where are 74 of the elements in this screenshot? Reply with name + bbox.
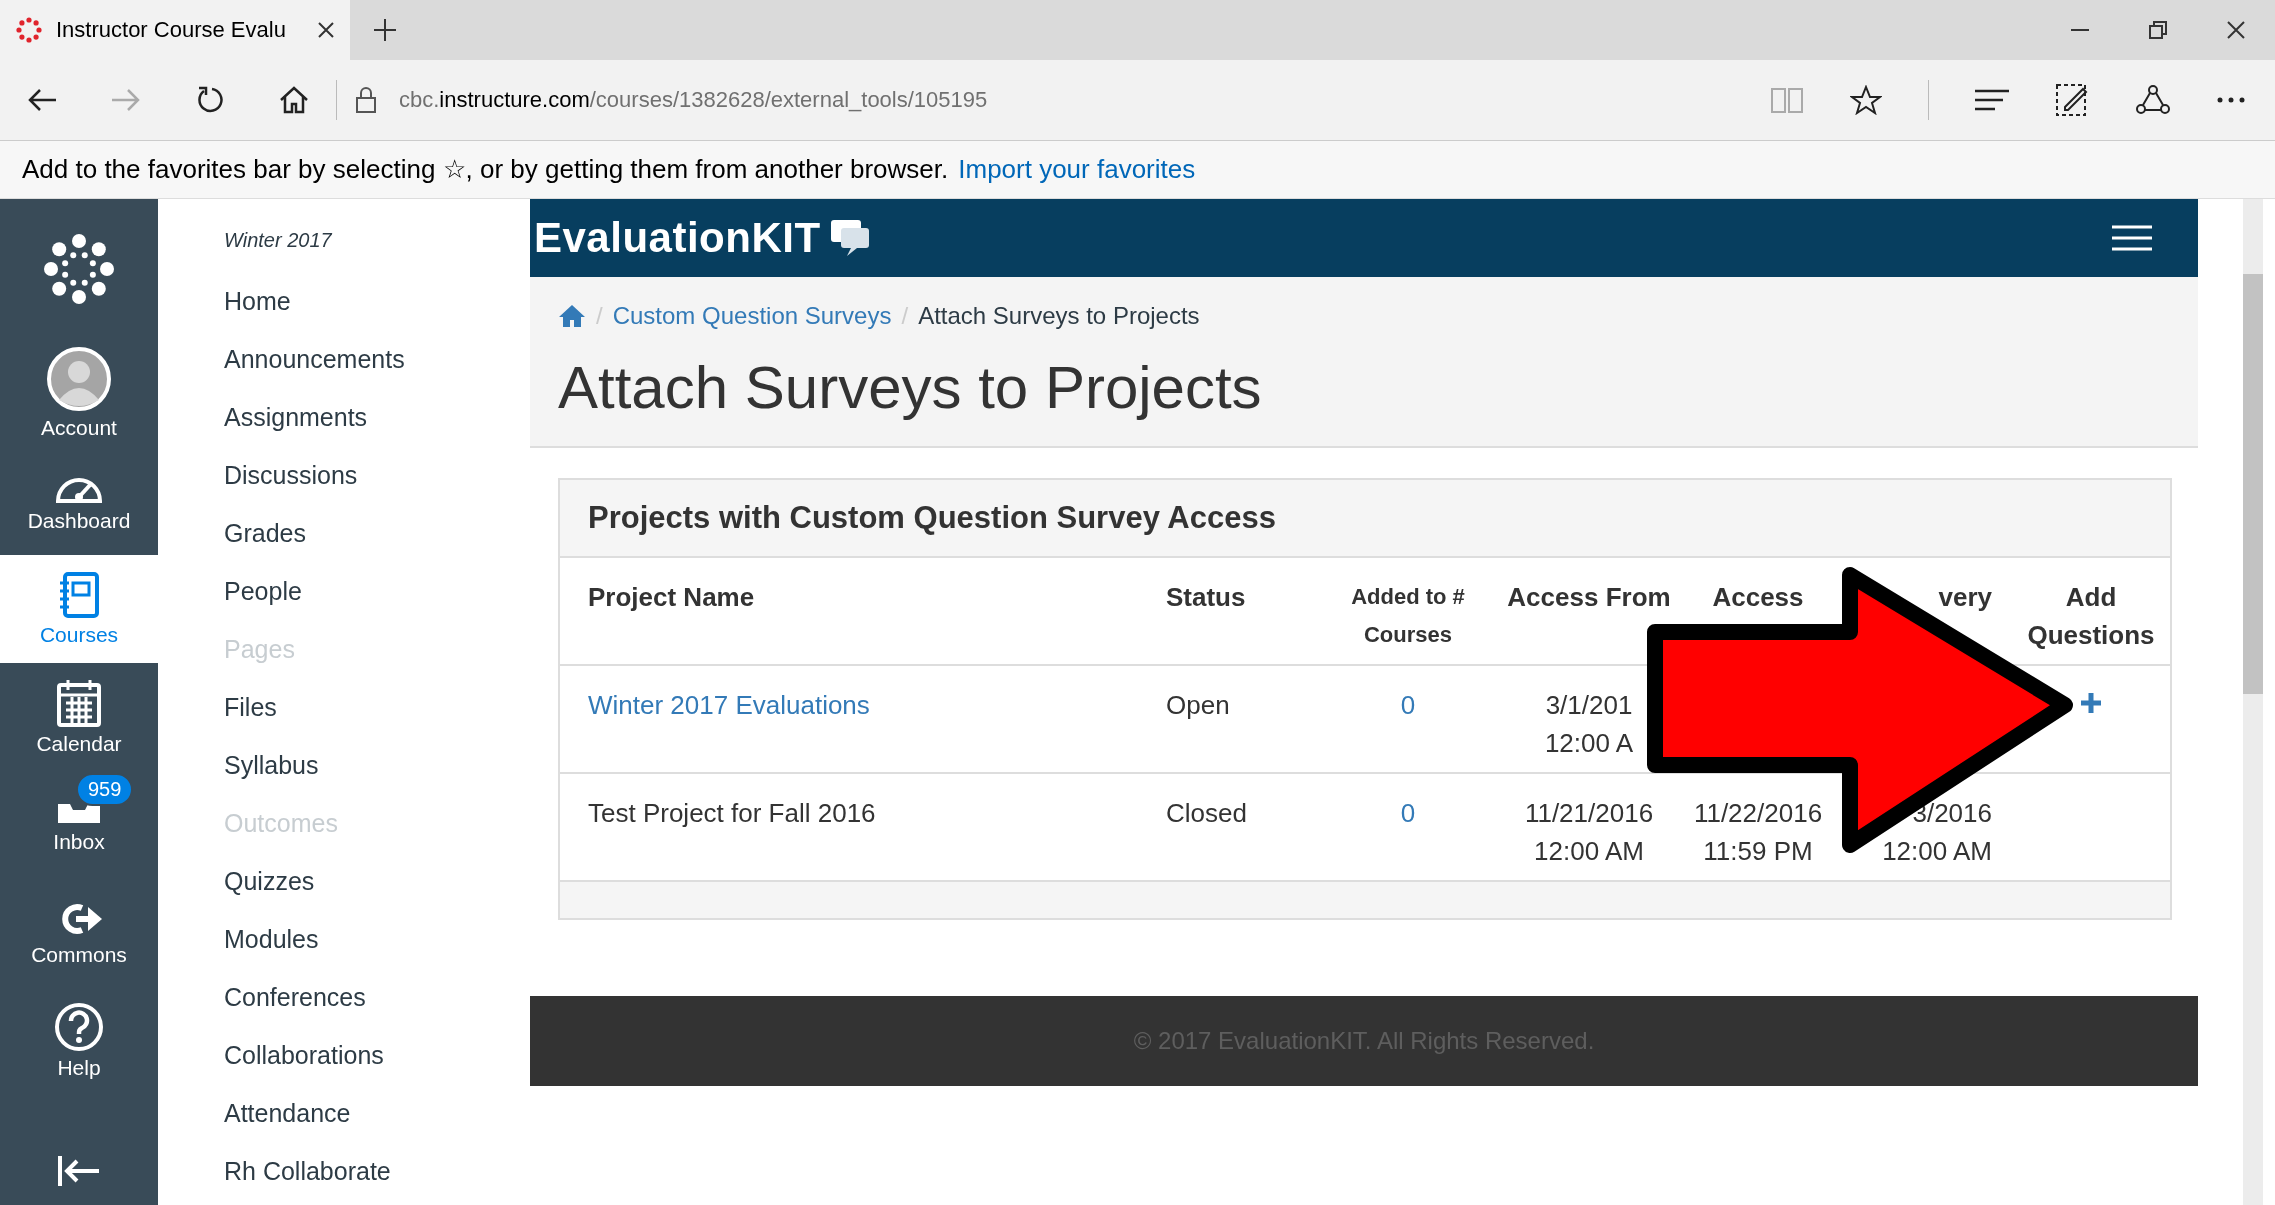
- course-nav-link[interactable]: Announcements: [224, 330, 530, 388]
- collapse-icon[interactable]: [57, 1154, 101, 1188]
- column-header: Added to # Courses: [1312, 558, 1504, 666]
- help-icon: [54, 1002, 104, 1052]
- project-link[interactable]: Winter 2017 Evaluations: [588, 690, 870, 720]
- unread-count-badge: 959: [76, 773, 134, 806]
- breadcrumb-separator: /: [596, 302, 603, 330]
- course-nav-link[interactable]: Assignments: [224, 388, 530, 446]
- star-icon[interactable]: [1850, 85, 1882, 115]
- course-nav-link[interactable]: Files: [224, 678, 530, 736]
- pen-note-icon[interactable]: [2055, 83, 2089, 117]
- course-nav-link[interactable]: Rh Collaborate: [224, 1142, 530, 1200]
- panel-title: Projects with Custom Question Survey Access: [560, 480, 2170, 558]
- course-nav-link[interactable]: Modules: [224, 910, 530, 968]
- brand-logo: EvaluationKIT: [534, 214, 821, 262]
- logo-icon: [16, 17, 42, 43]
- term-label: Winter 2017: [224, 229, 333, 252]
- course-count-link[interactable]: 0: [1400, 798, 1416, 828]
- address-field[interactable]: cbc.instructure.com/courses/1382628/external_tools/105195: [399, 87, 1770, 113]
- nav-item[interactable]: Help: [0, 987, 158, 1095]
- status-text: Closed: [1166, 798, 1247, 828]
- favorites-message: Add to the favorites bar by selecting ☆, or by getting them from another browser.: [22, 154, 949, 185]
- close-icon[interactable]: [2227, 21, 2245, 39]
- date-text: 12:00 AM: [1534, 836, 1644, 866]
- breadcrumb-link[interactable]: Custom Question Surveys: [612, 302, 892, 330]
- more-icon[interactable]: [2217, 97, 2245, 103]
- breadcrumb-current: Attach Surveys to Projects: [918, 302, 1200, 330]
- home-icon[interactable]: [279, 86, 309, 114]
- course-nav-link[interactable]: Home: [224, 272, 530, 330]
- column-header: Project Name: [560, 558, 1152, 666]
- course-nav-link[interactable]: Grades: [224, 504, 530, 562]
- nav-item[interactable]: Inbox 959: [0, 771, 158, 879]
- column-header: Status: [1152, 558, 1312, 666]
- avatar-icon: [46, 346, 112, 412]
- import-favorites-link[interactable]: Import your favorites: [958, 154, 1196, 185]
- date-text: 11/21/2016: [1524, 798, 1654, 828]
- course-nav-link[interactable]: People: [224, 562, 530, 620]
- project-name: Test Project for Fall 2016: [588, 798, 876, 828]
- breadcrumb-separator: /: [901, 302, 909, 330]
- date-text: 11:59 PM: [1703, 836, 1813, 866]
- course-nav-link[interactable]: Syllabus: [224, 736, 530, 794]
- back-icon[interactable]: [27, 88, 57, 112]
- nav-item[interactable]: Courses: [0, 555, 158, 663]
- date-text: 11/22/2016: [1693, 798, 1823, 828]
- calendar-icon: [56, 678, 102, 728]
- status-text: Open: [1166, 690, 1230, 720]
- date-text: 12:00 AM: [1882, 836, 1992, 866]
- share-icon[interactable]: [2135, 84, 2171, 116]
- logo-icon[interactable]: [43, 233, 115, 305]
- refresh-icon[interactable]: [196, 86, 224, 114]
- restore-icon[interactable]: [2149, 21, 2167, 39]
- lock-icon: [355, 86, 377, 114]
- date-text: 3/1/201: [1545, 690, 1633, 720]
- scrollbar[interactable]: [2243, 199, 2263, 1205]
- nav-item[interactable]: Calendar: [0, 663, 158, 771]
- nav-item[interactable]: Dashboard: [0, 447, 158, 555]
- course-nav-link[interactable]: Quizzes: [224, 852, 530, 910]
- browser-tab[interactable]: Instructor Course Evalu: [0, 0, 350, 60]
- notebook-icon: [57, 571, 101, 619]
- nav-item[interactable]: Account: [0, 339, 158, 447]
- course-nav-link[interactable]: Discussions: [224, 446, 530, 504]
- nav-item[interactable]: Commons: [0, 879, 158, 987]
- course-nav-link[interactable]: Collaborations: [224, 1026, 530, 1084]
- hub-icon[interactable]: [1975, 89, 2009, 111]
- page-title: Attach Surveys to Projects: [558, 353, 1263, 422]
- course-nav-link[interactable]: Attendance: [224, 1084, 530, 1142]
- course-count-link[interactable]: 0: [1400, 690, 1416, 720]
- close-icon[interactable]: [318, 22, 334, 38]
- course-nav-link[interactable]: Conferences: [224, 968, 530, 1026]
- speech-bubble-icon: [828, 218, 871, 258]
- column-header: Add Questions: [2012, 558, 2170, 666]
- new-tab-icon[interactable]: [374, 19, 396, 41]
- date-text: 12:00 A: [1544, 728, 1634, 758]
- menu-icon[interactable]: [2112, 225, 2152, 251]
